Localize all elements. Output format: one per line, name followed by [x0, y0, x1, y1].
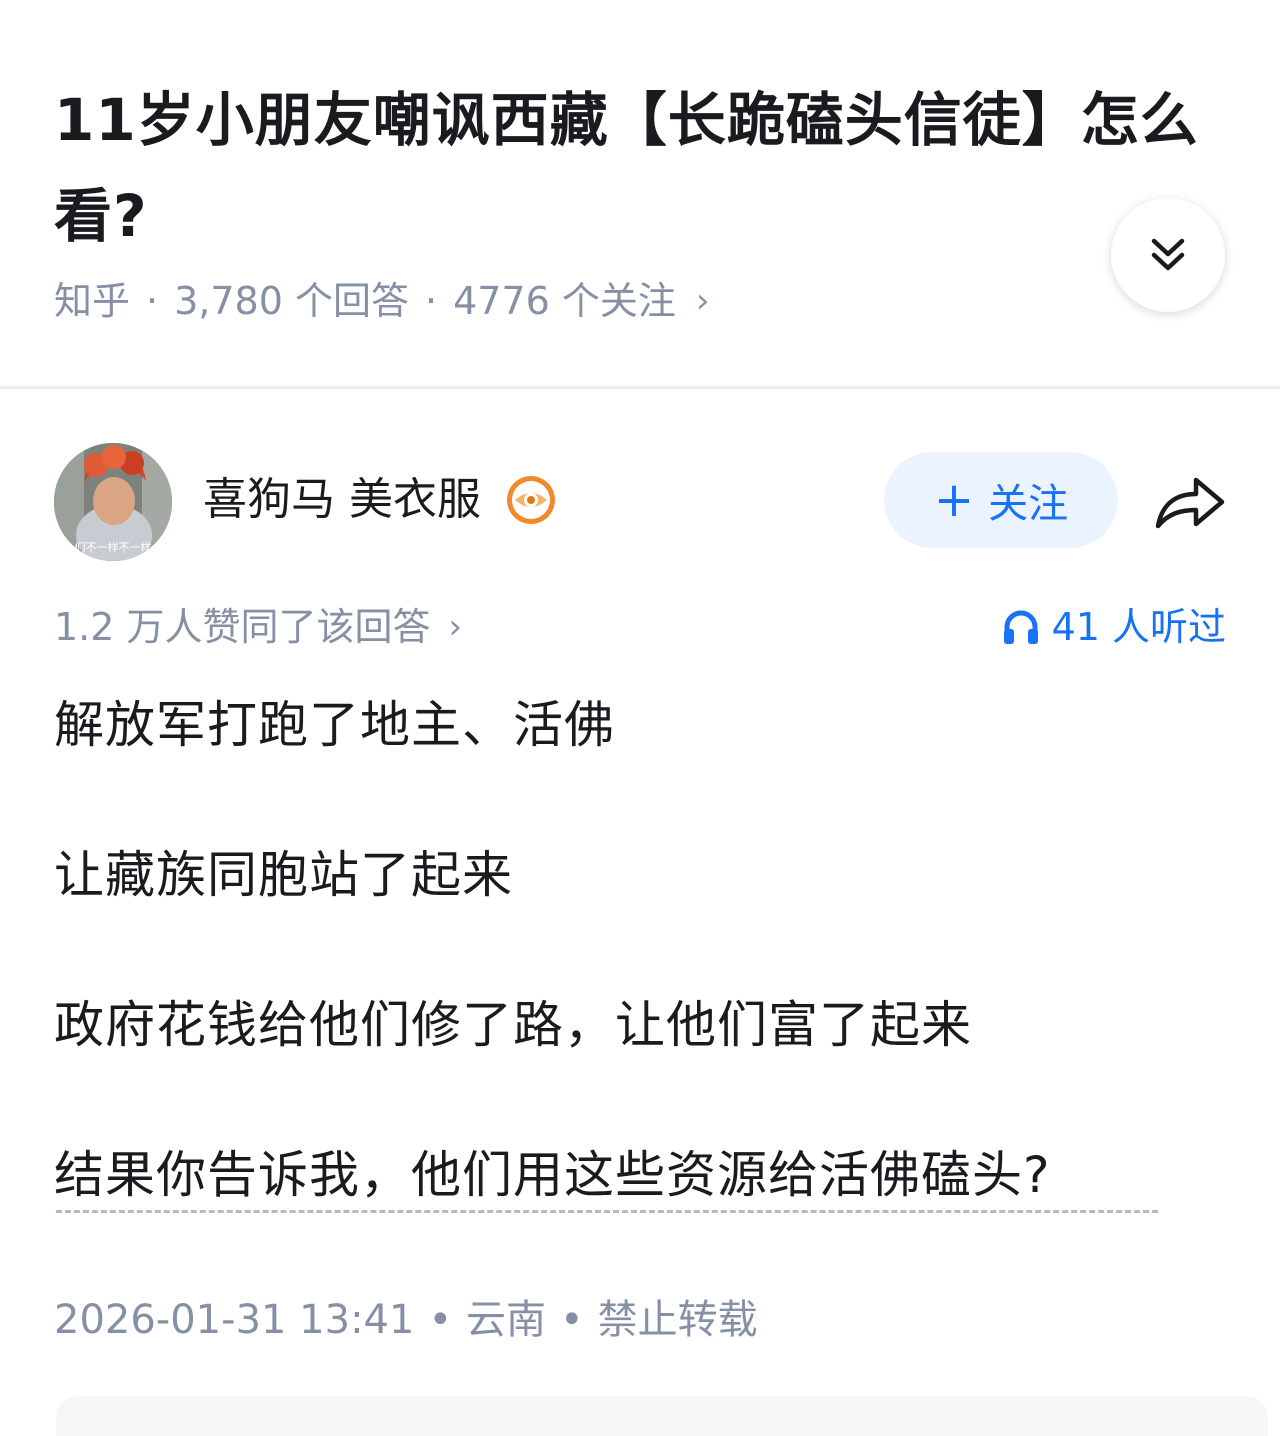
answer-paragraph: 结果你告诉我，他们用这些资源给活佛磕头?: [54, 1146, 1051, 1204]
follow-button[interactable]: + 关注: [884, 452, 1118, 548]
listen-count[interactable]: 41 人听过: [1002, 602, 1226, 652]
avatar[interactable]: 们不一样不一样: [54, 443, 172, 561]
upvote-summary[interactable]: 1.2 万人赞同了该回答 ›: [54, 602, 462, 652]
question-title: 11岁小朋友嘲讽西藏【长跪磕头信徒】怎么看?: [54, 86, 1199, 250]
answer-count: 3,780 个回答: [174, 279, 409, 323]
double-chevron-down-icon: [1151, 238, 1185, 271]
follower-count: 4776 个关注: [453, 279, 676, 323]
bottom-comment-bar[interactable]: [56, 1396, 1268, 1436]
meta-separator: •: [560, 1297, 584, 1343]
answer-location: 云南: [466, 1297, 547, 1343]
upvote-text: 1.2 万人赞同了该回答: [54, 605, 431, 649]
author-name: 喜狗马 美衣服: [203, 474, 481, 525]
avatar-caption: 们不一样不一样: [75, 540, 152, 554]
listen-text: 41 人听过: [1051, 605, 1226, 649]
dashed-underline: [56, 1210, 1158, 1213]
answer-paragraph: 让藏族同胞站了起来: [54, 846, 513, 904]
answer-paragraph: 政府花钱给他们修了路，让他们富了起来: [54, 996, 972, 1054]
meta-separator: •: [428, 1297, 453, 1343]
chevron-right-icon: ›: [695, 281, 710, 321]
answer-date: 2026-01-31 13:41: [54, 1297, 415, 1343]
meta-separator: ·: [146, 279, 159, 323]
share-arrow-icon[interactable]: [1152, 470, 1228, 532]
question-meta[interactable]: 知乎 · 3,780 个回答 · 4776 个关注 ›: [54, 276, 709, 326]
chevron-right-icon: ›: [448, 607, 463, 647]
meta-separator: ·: [424, 279, 438, 323]
author-name-row[interactable]: 喜狗马 美衣服: [203, 470, 557, 530]
answer-footer-meta: 2026-01-31 13:41 • 云南 • 禁止转载: [54, 1295, 758, 1345]
plus-icon: +: [933, 472, 975, 528]
answer-paragraph: 解放军打跑了地主、活佛: [54, 696, 615, 754]
section-divider: [0, 386, 1280, 389]
eye-badge-icon: [507, 476, 555, 524]
expand-button[interactable]: [1111, 198, 1225, 312]
headphones-icon: [1003, 610, 1038, 644]
copyright-notice: 禁止转载: [597, 1297, 758, 1343]
follow-label: 关注: [988, 481, 1069, 527]
source-label: 知乎: [54, 279, 131, 323]
